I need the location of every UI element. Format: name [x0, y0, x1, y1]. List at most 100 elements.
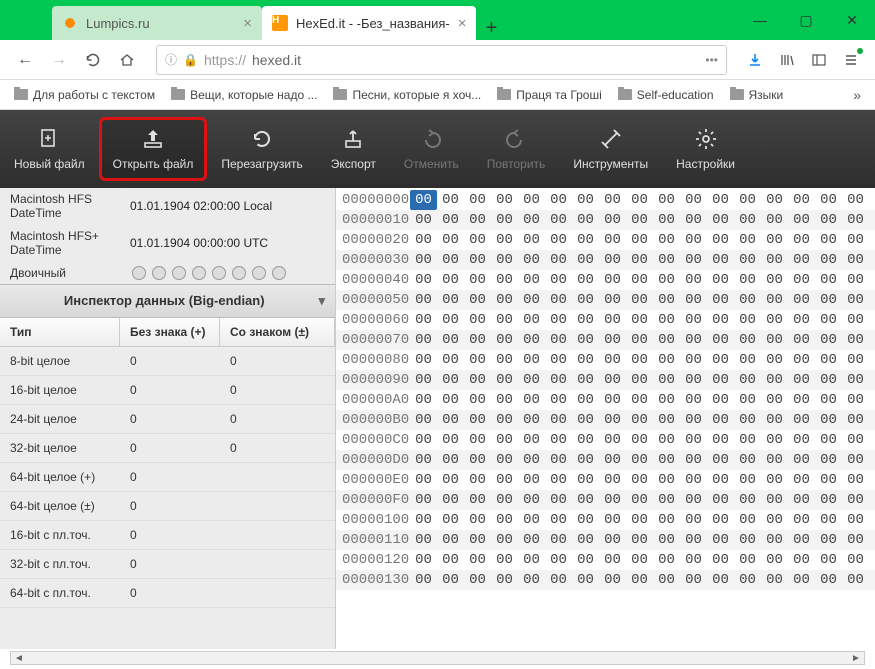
hex-byte[interactable]: 00 [734, 530, 761, 550]
hex-byte[interactable]: 00 [572, 270, 599, 290]
hex-byte[interactable]: 00 [599, 510, 626, 530]
hex-line[interactable]: 0000003000000000000000000000000000000000… [336, 250, 875, 270]
hex-byte[interactable]: 00 [815, 450, 842, 470]
hex-byte[interactable]: 00 [815, 390, 842, 410]
hex-byte[interactable]: 00 [545, 290, 572, 310]
hex-byte[interactable]: 00 [410, 230, 437, 250]
hex-byte[interactable]: 00 [518, 490, 545, 510]
hex-byte[interactable]: 00 [761, 370, 788, 390]
hex-byte[interactable]: 00 [788, 510, 815, 530]
hex-byte[interactable]: 00 [545, 390, 572, 410]
hex-line[interactable]: 0000006000000000000000000000000000000000… [336, 310, 875, 330]
hex-byte[interactable]: 00 [788, 570, 815, 590]
cell-unsigned[interactable]: 0 [120, 405, 220, 433]
hex-byte[interactable]: 00 [761, 310, 788, 330]
hex-byte[interactable]: 00 [464, 390, 491, 410]
hex-byte[interactable]: 00 [626, 530, 653, 550]
hex-byte[interactable]: 00 [680, 450, 707, 470]
hex-byte[interactable]: 00 [626, 330, 653, 350]
hex-byte[interactable]: 00 [653, 290, 680, 310]
hex-byte[interactable]: 00 [734, 510, 761, 530]
cell-signed[interactable]: 0 [220, 405, 335, 433]
hex-byte[interactable]: 00 [653, 510, 680, 530]
hex-byte[interactable]: 00 [410, 190, 437, 210]
page-actions-icon[interactable]: ••• [705, 53, 718, 67]
hex-byte[interactable]: 00 [464, 430, 491, 450]
hex-byte[interactable]: 00 [734, 210, 761, 230]
hex-byte[interactable]: 00 [707, 190, 734, 210]
hex-byte[interactable]: 00 [545, 250, 572, 270]
hex-byte[interactable]: 00 [518, 530, 545, 550]
hex-byte[interactable]: 00 [707, 430, 734, 450]
bookmark-folder[interactable]: Self-education [612, 85, 720, 105]
hex-byte[interactable]: 00 [491, 490, 518, 510]
hex-byte[interactable]: 00 [788, 330, 815, 350]
hex-byte[interactable]: 00 [680, 390, 707, 410]
hex-byte[interactable]: 00 [842, 510, 869, 530]
hex-byte[interactable]: 00 [545, 490, 572, 510]
hex-byte[interactable]: 00 [734, 450, 761, 470]
hex-byte[interactable]: 00 [545, 570, 572, 590]
cell-unsigned[interactable]: 0 [120, 550, 220, 578]
hex-byte[interactable]: 00 [788, 190, 815, 210]
hex-byte[interactable]: 00 [653, 270, 680, 290]
hex-line[interactable]: 0000012000000000000000000000000000000000… [336, 550, 875, 570]
hex-byte[interactable]: 00 [545, 410, 572, 430]
hex-byte[interactable]: 00 [815, 270, 842, 290]
hex-byte[interactable]: 00 [842, 330, 869, 350]
hex-byte[interactable]: 00 [437, 330, 464, 350]
hex-byte[interactable]: 00 [437, 510, 464, 530]
bit-dot[interactable] [252, 266, 266, 280]
hex-byte[interactable]: 00 [761, 270, 788, 290]
hex-byte[interactable]: 00 [788, 370, 815, 390]
hex-byte[interactable]: 00 [761, 250, 788, 270]
hex-byte[interactable]: 00 [572, 550, 599, 570]
hex-byte[interactable]: 00 [437, 490, 464, 510]
hex-byte[interactable]: 00 [464, 290, 491, 310]
hex-byte[interactable]: 00 [626, 370, 653, 390]
home-button[interactable] [112, 45, 142, 75]
hex-byte[interactable]: 00 [599, 290, 626, 310]
hex-byte[interactable]: 00 [788, 490, 815, 510]
hex-byte[interactable]: 00 [815, 490, 842, 510]
hex-byte[interactable]: 00 [491, 530, 518, 550]
hex-byte[interactable]: 00 [734, 270, 761, 290]
hex-byte[interactable]: 00 [842, 270, 869, 290]
scroll-left-icon[interactable]: ◄ [11, 653, 27, 664]
toolbar-reload-button[interactable]: Перезагрузить [207, 117, 316, 181]
toolbar-tools-button[interactable]: Инструменты [559, 117, 662, 181]
sidebar-button[interactable] [805, 46, 833, 74]
maximize-button[interactable]: ▢ [783, 0, 829, 40]
hex-byte[interactable]: 00 [410, 210, 437, 230]
hex-byte[interactable]: 00 [491, 570, 518, 590]
hex-byte[interactable]: 00 [842, 410, 869, 430]
hex-byte[interactable]: 00 [626, 490, 653, 510]
hex-byte[interactable]: 00 [464, 250, 491, 270]
hex-byte[interactable]: 00 [491, 210, 518, 230]
hex-byte[interactable]: 00 [707, 290, 734, 310]
hex-byte[interactable]: 00 [707, 490, 734, 510]
hex-line[interactable]: 000000B000000000000000000000000000000000… [336, 410, 875, 430]
hex-byte[interactable]: 00 [437, 350, 464, 370]
hex-byte[interactable]: 00 [464, 350, 491, 370]
hex-byte[interactable]: 00 [626, 410, 653, 430]
hex-byte[interactable]: 00 [734, 310, 761, 330]
hex-byte[interactable]: 00 [518, 350, 545, 370]
hex-byte[interactable]: 00 [842, 490, 869, 510]
new-tab-button[interactable]: + [476, 17, 506, 40]
hex-byte[interactable]: 00 [545, 370, 572, 390]
hex-byte[interactable]: 00 [599, 390, 626, 410]
cell-signed[interactable]: 0 [220, 434, 335, 462]
hex-byte[interactable]: 00 [545, 210, 572, 230]
hex-byte[interactable]: 00 [734, 250, 761, 270]
hex-byte[interactable]: 00 [707, 450, 734, 470]
hex-byte[interactable]: 00 [491, 370, 518, 390]
cell-unsigned[interactable]: 0 [120, 376, 220, 404]
hex-byte[interactable]: 00 [680, 190, 707, 210]
scroll-track[interactable] [27, 652, 848, 664]
hex-byte[interactable]: 00 [572, 470, 599, 490]
hex-byte[interactable]: 00 [599, 330, 626, 350]
hex-byte[interactable]: 00 [410, 330, 437, 350]
hex-line[interactable]: 0000004000000000000000000000000000000000… [336, 270, 875, 290]
hex-byte[interactable]: 00 [518, 370, 545, 390]
